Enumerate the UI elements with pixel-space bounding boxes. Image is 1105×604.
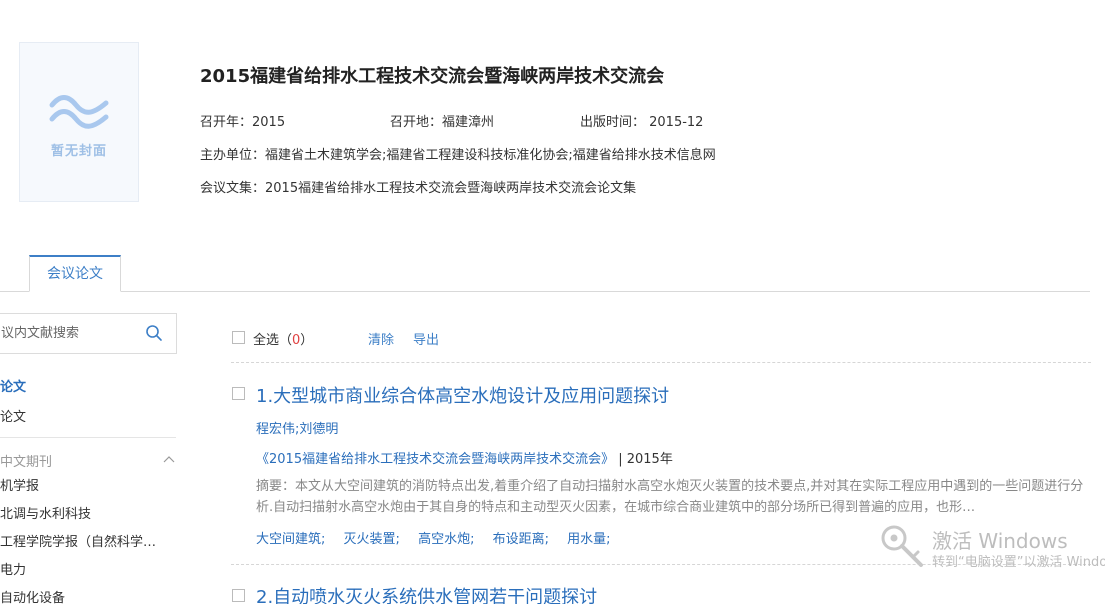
select-all-text: 全选（ <box>253 333 293 348</box>
sidebar-journal-item[interactable]: 机学报 <box>0 475 39 494</box>
clear-button[interactable]: 清除 <box>368 329 394 348</box>
sidebar-journal-item[interactable]: 电力 <box>0 559 26 578</box>
conference-year: 召开年：2015 <box>200 115 286 130</box>
sidebar-journal-item[interactable]: 工程学院学报（自然科学… <box>0 531 156 550</box>
select-all-label: 全选（0） <box>253 329 313 348</box>
select-all-paren: ） <box>300 333 314 348</box>
tab-bar-divider <box>0 291 1090 292</box>
watermark-subtitle: 转到“电脑设置”以激活 Windows。 <box>932 555 1105 570</box>
water-wave-icon <box>49 95 109 129</box>
list-divider <box>231 362 1091 363</box>
tab-conference-papers[interactable]: 会议论文 <box>29 255 121 292</box>
keyword-link[interactable]: 用水量; <box>567 532 610 547</box>
sidebar-divider <box>0 437 176 438</box>
watermark-title: 激活 Windows <box>932 529 1068 553</box>
paper-source-link[interactable]: 《2015福建省给排水工程技术交流会暨海峡两岸技术交流会》 <box>256 452 614 467</box>
sidebar-group-journals[interactable]: 中文期刊 <box>0 451 52 470</box>
organizer: 主办单位：福建省土木建筑学会;福建省工程建设科技标准化协会;福建省给排水技术信息… <box>200 148 716 163</box>
conference-place: 召开地：福建漳州 <box>390 115 495 130</box>
export-button[interactable]: 导出 <box>413 329 439 348</box>
windows-activation-watermark: 激活 Windows 转到“电脑设置”以激活 Windows。 <box>876 521 1105 571</box>
keyword-link[interactable]: 高空水炮; <box>418 532 474 547</box>
search-input[interactable] <box>1 314 141 353</box>
sidebar-item-papers[interactable]: 论文 <box>0 406 26 425</box>
paper-checkbox[interactable] <box>232 387 245 400</box>
keyword-link[interactable]: 布设距离; <box>493 532 549 547</box>
paper-checkbox[interactable] <box>232 589 245 602</box>
key-icon <box>881 525 923 567</box>
search-icon[interactable] <box>145 324 163 342</box>
conference-title: 2015福建省给排水工程技术交流会暨海峡两岸技术交流会 <box>200 66 665 87</box>
select-all-checkbox[interactable] <box>232 331 245 344</box>
sidebar-item-papers-active[interactable]: 论文 <box>0 376 26 395</box>
paper-authors[interactable]: 程宏伟;刘德明 <box>256 418 338 437</box>
paper-year: | 2015年 <box>618 452 673 467</box>
publish-date: 出版时间： 2015-12 <box>580 115 704 130</box>
chevron-up-icon[interactable] <box>163 455 175 463</box>
sidebar-journal-item[interactable]: 北调与水利科技 <box>0 503 91 522</box>
paper-keywords: 大空间建筑; 灭火装置; 高空水炮; 布设距离; 用水量; <box>256 528 625 547</box>
sidebar-search-box <box>0 313 177 354</box>
paper-source: 《2015福建省给排水工程技术交流会暨海峡两岸技术交流会》 | 2015年 <box>256 448 673 467</box>
keyword-link[interactable]: 灭火装置; <box>344 532 400 547</box>
cover-image: 暂无封面 <box>19 42 139 202</box>
paper-abstract: 摘要：本文从大空间建筑的消防特点出发,着重介绍了自动扫描射水高空水炮灭火装置的技… <box>256 479 1084 515</box>
no-cover-text: 暂无封面 <box>50 144 107 159</box>
paper-title-link[interactable]: 1.大型城市商业综合体高空水炮设计及应用问题探讨 <box>256 382 669 408</box>
paper-title-link[interactable]: 2.自动喷水灭火系统供水管网若干问题探讨 <box>256 583 597 604</box>
proceedings: 会议文集：2015福建省给排水工程技术交流会暨海峡两岸技术交流会论文集 <box>200 181 637 196</box>
sidebar-journal-item[interactable]: 自动化设备 <box>0 587 65 604</box>
keyword-link[interactable]: 大空间建筑; <box>256 532 325 547</box>
